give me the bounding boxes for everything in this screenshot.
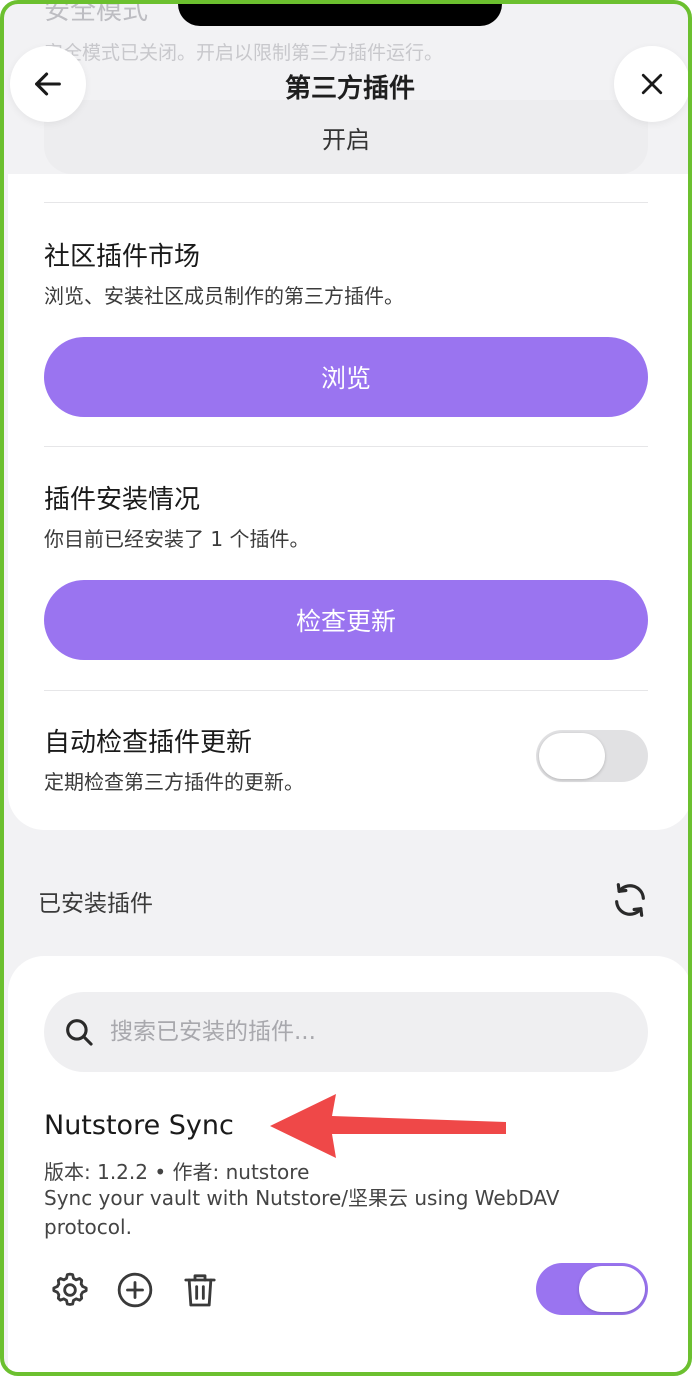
annotation-arrow <box>270 1094 506 1158</box>
safe-mode-title: 安全模式 <box>44 0 149 26</box>
plus-circle-icon[interactable] <box>115 1270 155 1310</box>
device-notch <box>178 4 502 26</box>
community-title: 社区插件市场 <box>44 242 201 272</box>
divider <box>44 690 648 691</box>
toggle-knob <box>579 1266 645 1312</box>
browse-button[interactable]: 浏览 <box>44 337 648 417</box>
refresh-icon[interactable] <box>610 880 650 920</box>
plugin-enable-toggle[interactable] <box>536 1263 648 1315</box>
install-status-desc: 你目前已经安装了 1 个插件。 <box>44 527 310 551</box>
settings-card: 社区插件市场 浏览、安装社区成员制作的第三方插件。 浏览 插件安装情况 你目前已… <box>8 174 688 830</box>
close-button[interactable] <box>614 46 688 122</box>
plugin-name: Nutstore Sync <box>44 1110 234 1141</box>
gear-icon[interactable] <box>50 1270 90 1310</box>
enable-safe-mode-button[interactable]: 开启 <box>44 100 648 174</box>
plugin-search-input[interactable] <box>110 1019 610 1045</box>
trash-icon[interactable] <box>180 1270 220 1310</box>
plugin-desc: Sync your vault with Nutstore/坚果云 using … <box>44 1186 560 1239</box>
installed-plugins-card: Nutstore Sync 版本: 1.2.2 • 作者: nutstore S… <box>8 956 688 1372</box>
community-desc: 浏览、安装社区成员制作的第三方插件。 <box>44 284 404 308</box>
install-status-title: 插件安装情况 <box>44 485 201 515</box>
divider <box>44 202 648 203</box>
search-icon <box>66 1019 93 1046</box>
installed-plugins-header: 已安装插件 <box>38 891 153 917</box>
safe-mode-desc: 安全模式已关闭。开启以限制第三方插件运行。 <box>44 42 444 64</box>
close-icon <box>641 73 663 95</box>
auto-check-title: 自动检查插件更新 <box>44 728 253 758</box>
page-title: 第三方插件 <box>284 74 415 104</box>
plugin-search-bar[interactable] <box>44 992 648 1072</box>
check-updates-button[interactable]: 检查更新 <box>44 580 648 660</box>
auto-check-desc: 定期检查第三方插件的更新。 <box>44 770 304 794</box>
divider <box>44 446 648 447</box>
app-frame: 安全模式 安全模式已关闭。开启以限制第三方插件运行。 开启 第三方插件 社区插件… <box>0 0 692 1376</box>
auto-check-toggle[interactable] <box>536 730 648 782</box>
toggle-knob <box>539 733 605 779</box>
